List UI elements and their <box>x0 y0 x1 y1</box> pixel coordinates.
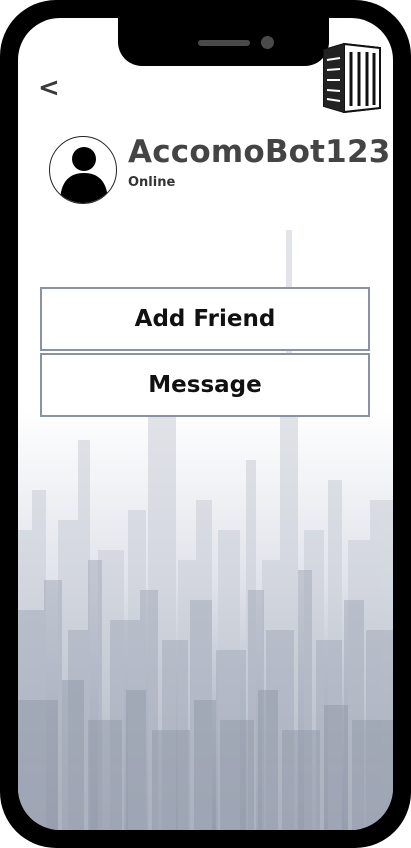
phone-notch <box>118 18 329 66</box>
profile-name: AccomoBot123 <box>128 134 391 170</box>
back-button[interactable]: < <box>38 72 62 104</box>
user-avatar-icon <box>49 136 117 204</box>
speaker-grille <box>198 40 250 46</box>
profile-status: Online <box>128 175 176 190</box>
message-button[interactable]: Message <box>40 353 370 417</box>
front-camera <box>261 36 274 49</box>
person-silhouette-icon <box>60 147 108 203</box>
phone-frame <box>0 0 411 848</box>
building-icon <box>323 42 381 114</box>
add-friend-button[interactable]: Add Friend <box>40 287 370 351</box>
